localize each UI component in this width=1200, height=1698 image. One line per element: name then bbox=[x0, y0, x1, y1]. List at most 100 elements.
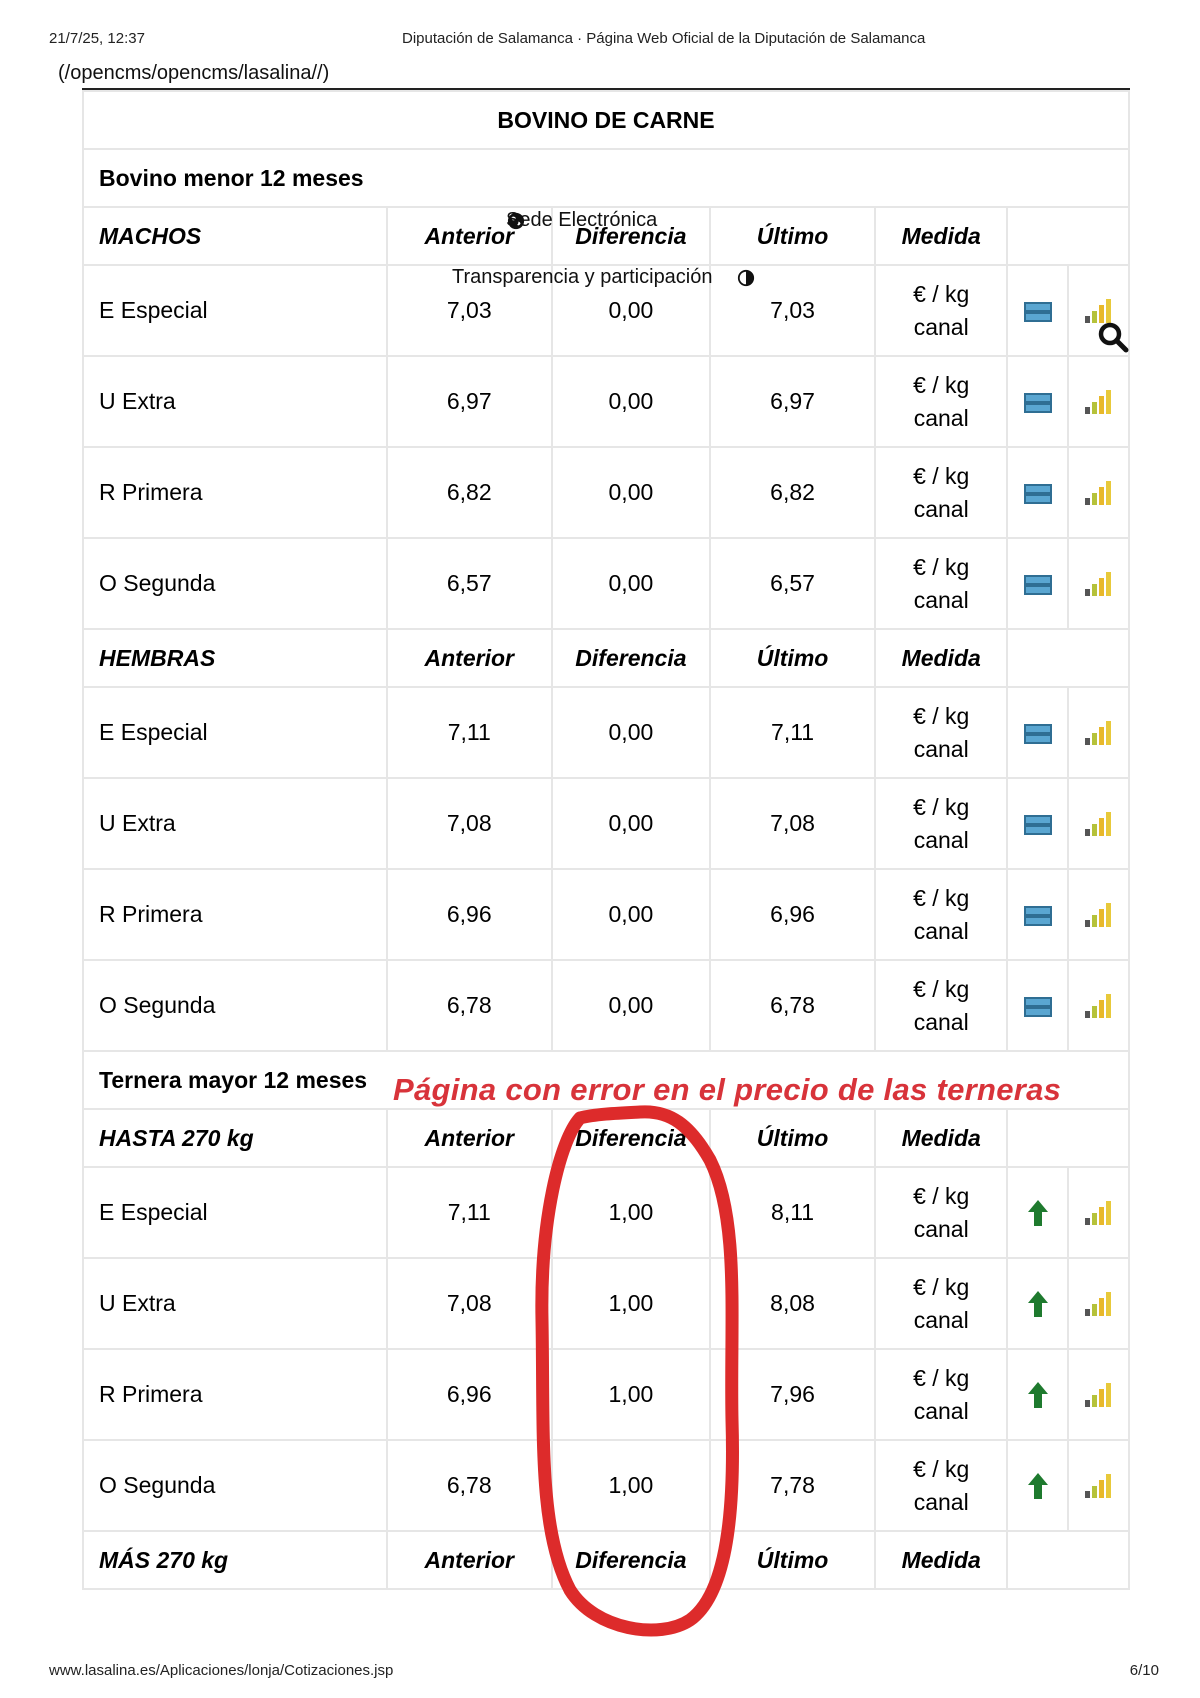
unit-canal: canal bbox=[913, 495, 969, 522]
bar-chart-icon[interactable] bbox=[1084, 1291, 1114, 1317]
no-change-icon bbox=[1023, 301, 1052, 322]
bar-chart-icon[interactable] bbox=[1084, 389, 1114, 415]
table-row: O Segunda 6,57 0,00 6,57 € / kg canal bbox=[82, 537, 1130, 630]
trend-cell bbox=[1006, 1439, 1070, 1532]
unit-canal: canal bbox=[913, 586, 969, 613]
row-label: R Primera bbox=[82, 446, 388, 539]
trend-cell bbox=[1006, 777, 1070, 870]
chart-cell[interactable] bbox=[1067, 959, 1130, 1052]
cell-medida: € / kg canal bbox=[874, 1348, 1009, 1441]
cell-anterior: 7,11 bbox=[385, 686, 553, 779]
trend-cell bbox=[1006, 686, 1070, 779]
bar-chart-icon[interactable] bbox=[1084, 993, 1114, 1019]
chart-cell[interactable] bbox=[1067, 868, 1130, 961]
print-footer-url: www.lasalina.es/Aplicaciones/lonja/Cotiz… bbox=[49, 1662, 394, 1679]
header-medida: Medida bbox=[874, 1530, 1009, 1590]
sede-electronica-link[interactable]: Sede Electrónica bbox=[506, 209, 657, 232]
table-row: O Segunda 6,78 0,00 6,78 € / kg canal bbox=[82, 959, 1130, 1052]
row-label: R Primera bbox=[82, 1348, 388, 1441]
row-label: R Primera bbox=[82, 868, 388, 961]
trend-cell bbox=[1006, 264, 1070, 357]
chart-cell[interactable] bbox=[1067, 1439, 1130, 1532]
chart-cell[interactable] bbox=[1067, 686, 1130, 779]
cell-medida: € / kg canal bbox=[874, 537, 1009, 630]
unit-price: € / kg bbox=[913, 1182, 970, 1209]
group-label: MACHOS bbox=[82, 206, 388, 266]
cell-anterior: 6,78 bbox=[385, 959, 553, 1052]
print-page-title: Diputación de Salamanca · Página Web Ofi… bbox=[402, 30, 926, 47]
row-label: E Especial bbox=[82, 264, 388, 357]
unit-price: € / kg bbox=[913, 280, 970, 307]
trend-cell bbox=[1006, 1348, 1070, 1441]
home-link[interactable]: (/opencms/opencms/lasalina//) bbox=[58, 62, 329, 85]
chart-cell[interactable] bbox=[1067, 446, 1130, 539]
trend-cell bbox=[1006, 1257, 1070, 1350]
chart-cell[interactable] bbox=[1067, 1348, 1130, 1441]
unit-price: € / kg bbox=[913, 1273, 970, 1300]
unit-price: € / kg bbox=[913, 1364, 970, 1391]
cell-diferencia: 0,00 bbox=[550, 777, 712, 870]
row-label: O Segunda bbox=[82, 959, 388, 1052]
table-row: E Especial 7,11 0,00 7,11 € / kg canal bbox=[82, 686, 1130, 779]
cell-ultimo: 6,57 bbox=[709, 537, 877, 630]
unit-price: € / kg bbox=[913, 462, 970, 489]
group-header-row: HEMBRAS Anterior Diferencia Último Medida bbox=[82, 628, 1130, 688]
no-change-icon bbox=[1023, 392, 1052, 413]
cell-diferencia: 0,00 bbox=[550, 959, 712, 1052]
chart-cell[interactable] bbox=[1067, 777, 1130, 870]
no-change-icon bbox=[1023, 996, 1052, 1017]
chart-cell[interactable] bbox=[1067, 1166, 1130, 1259]
row-label: E Especial bbox=[82, 1166, 388, 1259]
contrast-icon[interactable] bbox=[737, 269, 755, 287]
cell-medida: € / kg canal bbox=[874, 868, 1009, 961]
up-arrow-icon bbox=[1027, 1472, 1048, 1499]
red-highlight-circle bbox=[535, 1105, 739, 1637]
chart-cell[interactable] bbox=[1067, 355, 1130, 448]
unit-canal: canal bbox=[913, 735, 969, 762]
bar-chart-icon[interactable] bbox=[1084, 480, 1114, 506]
cell-medida: € / kg canal bbox=[874, 355, 1009, 448]
unit-price: € / kg bbox=[913, 975, 970, 1002]
bar-chart-icon[interactable] bbox=[1084, 1473, 1114, 1499]
header-ultimo: Último bbox=[709, 206, 877, 266]
search-icon[interactable] bbox=[1096, 320, 1130, 354]
unit-canal: canal bbox=[913, 1215, 969, 1242]
group-label: HASTA 270 kg bbox=[82, 1108, 388, 1168]
header-anterior: Anterior bbox=[385, 628, 553, 688]
cell-anterior: 6,96 bbox=[385, 868, 553, 961]
unit-price: € / kg bbox=[913, 884, 970, 911]
table-row: R Primera 6,82 0,00 6,82 € / kg canal bbox=[82, 446, 1130, 539]
trend-cell bbox=[1006, 446, 1070, 539]
cell-ultimo: 6,78 bbox=[709, 959, 877, 1052]
bar-chart-icon[interactable] bbox=[1084, 571, 1114, 597]
no-change-icon bbox=[1023, 574, 1052, 595]
trend-cell bbox=[1006, 868, 1070, 961]
header-medida: Medida bbox=[874, 628, 1009, 688]
header-blank bbox=[1006, 1108, 1130, 1168]
row-label: U Extra bbox=[82, 777, 388, 870]
cell-medida: € / kg canal bbox=[874, 446, 1009, 539]
bar-chart-icon[interactable] bbox=[1084, 902, 1114, 928]
up-arrow-icon bbox=[1027, 1199, 1048, 1226]
cell-anterior: 6,82 bbox=[385, 446, 553, 539]
bar-chart-icon[interactable] bbox=[1084, 1382, 1114, 1408]
header-ultimo: Último bbox=[709, 628, 877, 688]
print-page-number: 6/10 bbox=[1129, 1662, 1159, 1679]
up-arrow-icon bbox=[1027, 1290, 1048, 1317]
unit-canal: canal bbox=[913, 313, 969, 340]
transparencia-link[interactable]: Transparencia y participación bbox=[452, 266, 713, 289]
bar-chart-icon[interactable] bbox=[1084, 1200, 1114, 1226]
unit-price: € / kg bbox=[913, 371, 970, 398]
print-date: 21/7/25, 12:37 bbox=[49, 30, 145, 47]
cell-anterior: 6,97 bbox=[385, 355, 553, 448]
header-blank bbox=[1006, 1530, 1130, 1590]
table-row: U Extra 6,97 0,00 6,97 € / kg canal bbox=[82, 355, 1130, 448]
chart-cell[interactable] bbox=[1067, 537, 1130, 630]
trend-cell bbox=[1006, 537, 1070, 630]
bar-chart-icon[interactable] bbox=[1084, 720, 1114, 746]
bar-chart-icon[interactable] bbox=[1084, 811, 1114, 837]
chart-cell[interactable] bbox=[1067, 1257, 1130, 1350]
cell-medida: € / kg canal bbox=[874, 1439, 1009, 1532]
cell-medida: € / kg canal bbox=[874, 686, 1009, 779]
cell-anterior: 6,57 bbox=[385, 537, 553, 630]
